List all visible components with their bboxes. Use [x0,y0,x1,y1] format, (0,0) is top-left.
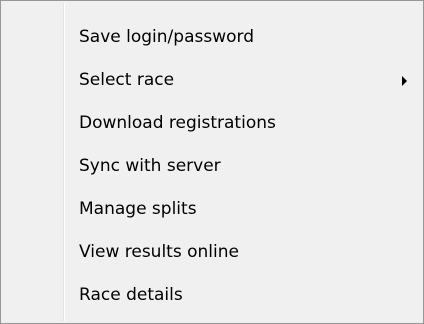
menu-item-race-details[interactable]: Race details [1,274,423,317]
menu-item-view-results-online[interactable]: View results online [1,231,423,274]
menu-item-label: Manage splits [79,199,197,219]
menu-item-label: View results online [79,242,239,262]
context-menu: Save login/password Select race Download… [0,0,424,324]
menu-item-label: Race details [79,285,183,305]
menu-item-label: Select race [79,70,175,90]
chevron-right-icon [402,76,407,86]
menu-item-label: Save login/password [79,27,254,47]
menu-item-download-registrations[interactable]: Download registrations [1,102,423,145]
menu-item-sync-with-server[interactable]: Sync with server [1,145,423,188]
menu-item-label: Download registrations [79,113,276,133]
menu-item-manage-splits[interactable]: Manage splits [1,188,423,231]
menu-item-select-race[interactable]: Select race [1,59,423,102]
menu-items: Save login/password Select race Download… [1,16,423,317]
menu-item-label: Sync with server [79,156,221,176]
menu-item-save-login-password[interactable]: Save login/password [1,16,423,59]
